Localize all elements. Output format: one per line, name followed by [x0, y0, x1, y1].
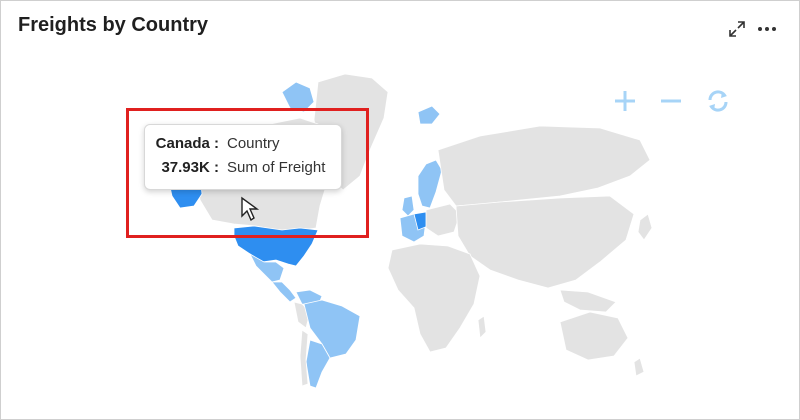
- world-map[interactable]: [0, 0, 800, 420]
- map-region-asia[interactable]: [455, 195, 635, 289]
- map-region-central-america[interactable]: [271, 281, 297, 303]
- tooltip-freight-value: 37.93K :: [161, 159, 219, 176]
- map-region-southeast-asia[interactable]: [559, 289, 617, 313]
- map-region-iceland[interactable]: [417, 105, 441, 125]
- map-region-eastern-europe[interactable]: [425, 203, 461, 237]
- tooltip-row-freight: 37.93K : Sum of Freight: [145, 157, 341, 179]
- map-region-madagascar[interactable]: [477, 315, 487, 339]
- map-region-canada-arctic[interactable]: [281, 81, 315, 113]
- tooltip-country-value: Canada :: [155, 135, 219, 152]
- tooltip-row-country: Canada : Country: [145, 133, 341, 155]
- map-region-japan[interactable]: [637, 213, 653, 241]
- map-tooltip: Canada : Country 37.93K : Sum of Freight: [144, 124, 342, 190]
- map-region-russia[interactable]: [437, 125, 651, 207]
- map-region-africa[interactable]: [387, 243, 481, 353]
- map-region-australia[interactable]: [559, 311, 629, 361]
- tooltip-country-label: Country: [227, 135, 280, 152]
- tooltip-freight-label: Sum of Freight: [227, 159, 326, 176]
- map-region-scandinavia[interactable]: [417, 159, 443, 209]
- mouse-cursor-icon: [241, 196, 260, 222]
- map-region-usa[interactable]: [233, 225, 319, 267]
- map-region-new-zealand[interactable]: [633, 357, 645, 377]
- map-region-uk[interactable]: [401, 195, 415, 217]
